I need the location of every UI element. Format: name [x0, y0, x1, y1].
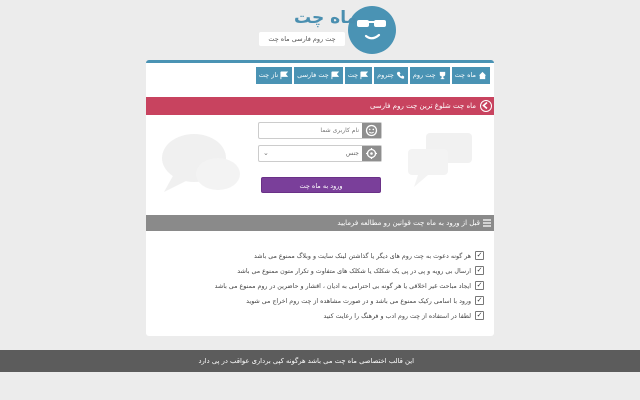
list-item: ✓ لطفا در استفاده از چت روم ادب و فرهنگ ر…	[206, 311, 484, 326]
chat-bubbles-watermark-icon	[162, 134, 240, 192]
arrow-left-circle-icon	[480, 100, 492, 112]
nav-item-home[interactable]: ماه چت	[451, 67, 490, 84]
rule-text: ورود با اسامی رکیک ممنوع می باشد و در صو…	[246, 298, 471, 305]
flag-icon	[280, 71, 289, 80]
flag-icon	[360, 71, 369, 80]
nav-item-persian-chat[interactable]: چت فارسی	[294, 67, 343, 84]
flag-icon	[331, 71, 339, 80]
rules-list: ✓ هر گونه دعوت به چت روم های دیگر یا گذاش…	[206, 251, 484, 326]
nav-item-chat[interactable]: چت	[344, 67, 373, 84]
speech-bubbles-watermark-icon	[408, 133, 472, 187]
site-title[interactable]: ماه چت	[294, 8, 357, 28]
list-item: ✓ هر گونه دعوت به چت روم های دیگر یا گذاش…	[206, 251, 484, 266]
rules-header-bar: قبل از ورود به ماه چت قوانین رو مطالعه ف…	[146, 215, 494, 231]
nav-item-label: چتروم	[377, 71, 394, 79]
login-header-bar: ماه چت شلوغ ترین چت روم فارسی	[146, 97, 494, 115]
checkbox[interactable]: ✓	[475, 251, 484, 260]
checkbox[interactable]: ✓	[475, 311, 484, 320]
checkbox[interactable]: ✓	[475, 296, 484, 305]
rules-header-title: قبل از ورود به ماه چت قوانین رو مطالعه ف…	[337, 219, 480, 227]
footer: این قالب اختصاصی ماه چت می باشد هرگونه ک…	[0, 350, 640, 372]
rule-text: ارسال بی رویه و پی در پی یک شکلک یا شکلک…	[237, 268, 471, 275]
footer-text: این قالب اختصاصی ماه چت می باشد هرگونه ک…	[198, 357, 414, 365]
list-item: ✓ ایجاد مباحث غیر اخلاقی یا هر گونه بی اح…	[206, 281, 484, 296]
login-header-title: ماه چت شلوغ ترین چت روم فارسی	[369, 102, 476, 110]
phone-icon	[396, 71, 404, 79]
nav-item-label: ماه چت	[454, 71, 476, 79]
sunglasses-smiley-icon	[357, 20, 386, 40]
top-nav: ماه چت چت روم چتروم چت چت فارسی ناز چت	[255, 67, 490, 84]
list-icon	[483, 219, 491, 227]
nav-item-chatroom[interactable]: چت روم	[409, 67, 450, 84]
enter-chat-button[interactable]: ورود به ماه چت	[261, 177, 381, 193]
home-icon	[478, 71, 487, 80]
nav-item-naz-chat[interactable]: ناز چت	[255, 67, 293, 84]
nav-item-label: ناز چت	[258, 71, 279, 79]
rule-text: لطفا در استفاده از چت روم ادب و فرهنگ را…	[323, 313, 471, 320]
gear-gender-icon	[366, 148, 377, 159]
chevron-down-icon: ⌄	[263, 149, 269, 157]
smiley-user-icon	[365, 124, 378, 137]
list-item: ✓ ارسال بی رویه و پی در پی یک شکلک یا شکل…	[206, 266, 484, 281]
rule-text: ایجاد مباحث غیر اخلاقی یا هر گونه بی احت…	[214, 283, 471, 290]
gender-select-value: جنس	[345, 150, 359, 157]
checkbox[interactable]: ✓	[475, 281, 484, 290]
list-item: ✓ ورود با اسامی رکیک ممنوع می باشد و در ص…	[206, 296, 484, 311]
nav-item-label: چت	[347, 71, 359, 79]
rule-text: هر گونه دعوت به چت روم های دیگر یا گذاشت…	[253, 253, 471, 260]
username-field	[258, 122, 382, 139]
nav-item-label: چت فارسی	[297, 71, 329, 79]
username-input[interactable]	[259, 123, 363, 138]
main-card: ماه چت چت روم چتروم چت چت فارسی ناز چت م…	[146, 60, 494, 336]
checkbox[interactable]: ✓	[475, 266, 484, 275]
nav-item-chatroom2[interactable]: چتروم	[374, 67, 408, 84]
user-icon-box	[362, 123, 381, 138]
trophy-icon	[439, 71, 445, 80]
gender-select[interactable]: جنس ⌄	[258, 145, 382, 162]
site-subtitle: چت روم فارسی ماه چت	[259, 32, 345, 46]
gender-icon-box	[362, 146, 381, 161]
nav-item-label: چت روم	[412, 71, 436, 79]
